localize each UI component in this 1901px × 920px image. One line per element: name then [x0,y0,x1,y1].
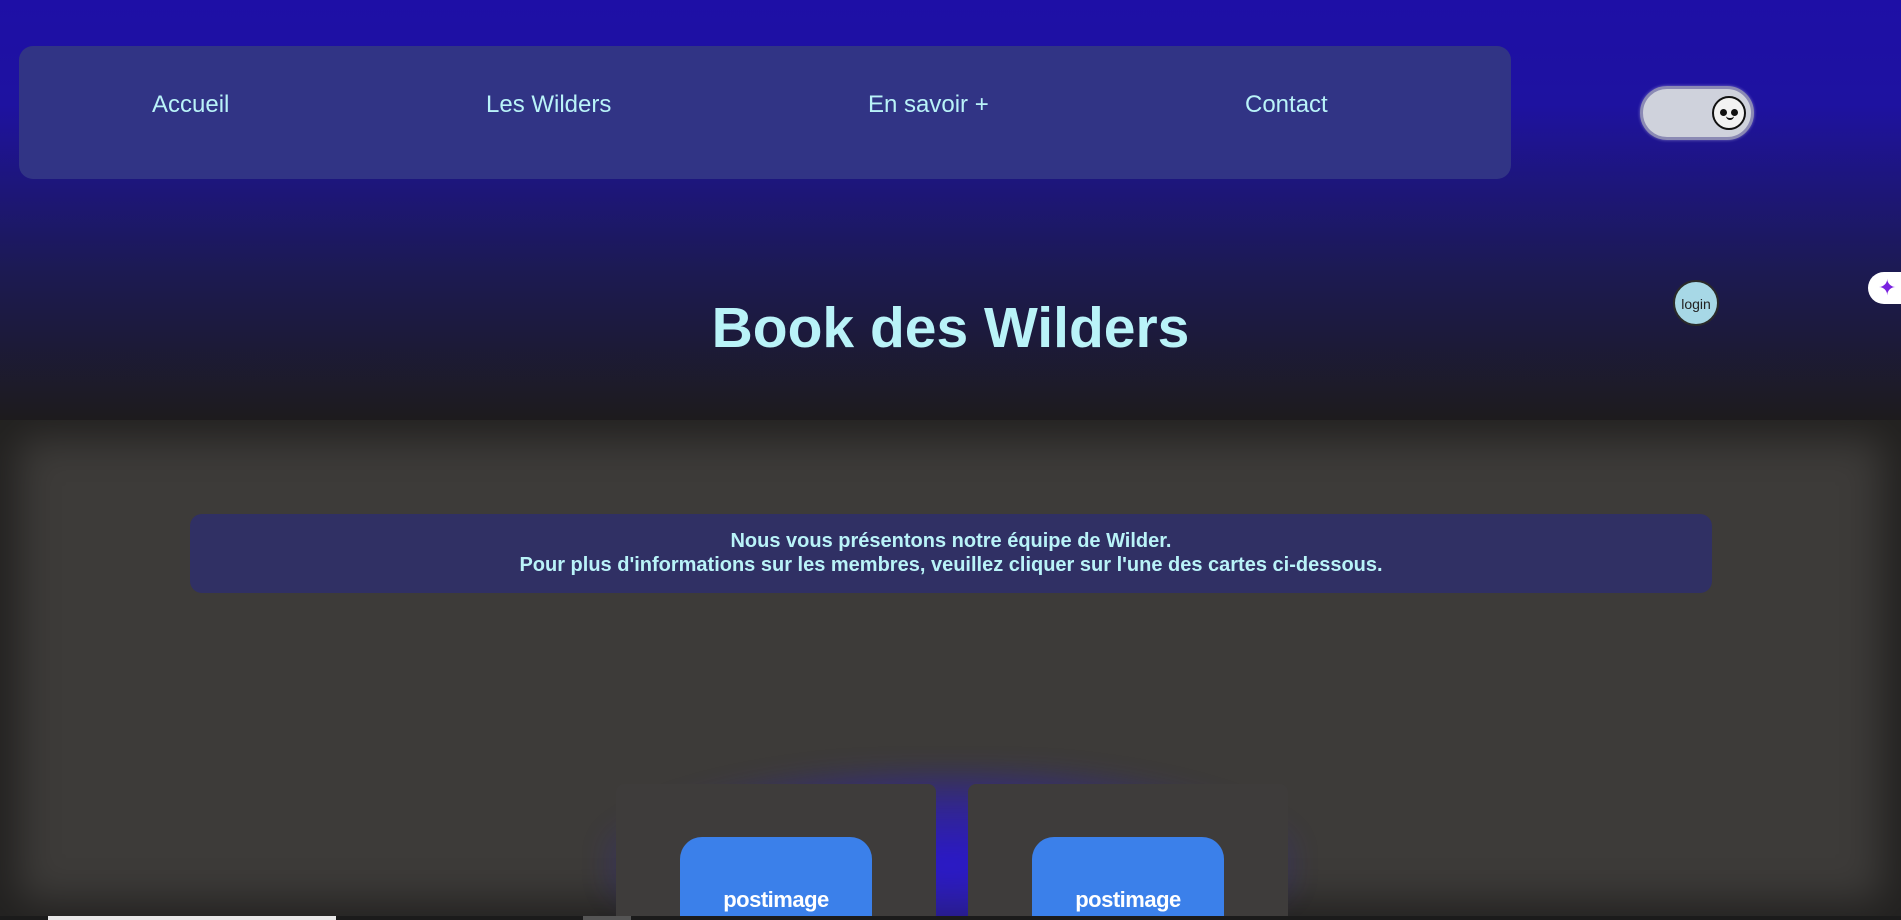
scrollbar-thumb[interactable] [48,916,336,920]
horizontal-scrollbar[interactable] [0,916,1901,920]
sparkle-icon[interactable]: ✦ [1868,272,1901,304]
nav-link-accueil[interactable]: Accueil [152,91,229,119]
scrollbar-thumb-secondary [583,916,631,920]
intro-line-2: Pour plus d'informations sur les membres… [519,554,1383,576]
theme-toggle[interactable] [1640,86,1754,140]
nav-link-les-wilders[interactable]: Les Wilders [486,91,611,119]
intro-banner: Nous vous présentons notre équipe de Wil… [190,514,1712,593]
nav-link-contact[interactable]: Contact [1245,91,1328,119]
card-image-text: postimage [1075,887,1181,912]
nav-link-en-savoir[interactable]: En savoir + [868,91,989,119]
card-image: postimage [680,837,872,920]
wilder-card[interactable]: postimage [616,784,936,920]
wilder-card[interactable]: postimage [968,784,1288,920]
page-title: Book des Wilders [711,296,1190,360]
login-image-alt: login [1681,296,1711,312]
mouth [1726,114,1734,120]
intro-line-1: Nous vous présentons notre équipe de Wil… [730,530,1172,552]
smiley-face-icon [1712,96,1746,130]
card-image-text: postimage [723,887,829,912]
login-button[interactable]: login [1673,280,1719,326]
card-image: postimage [1032,837,1224,920]
